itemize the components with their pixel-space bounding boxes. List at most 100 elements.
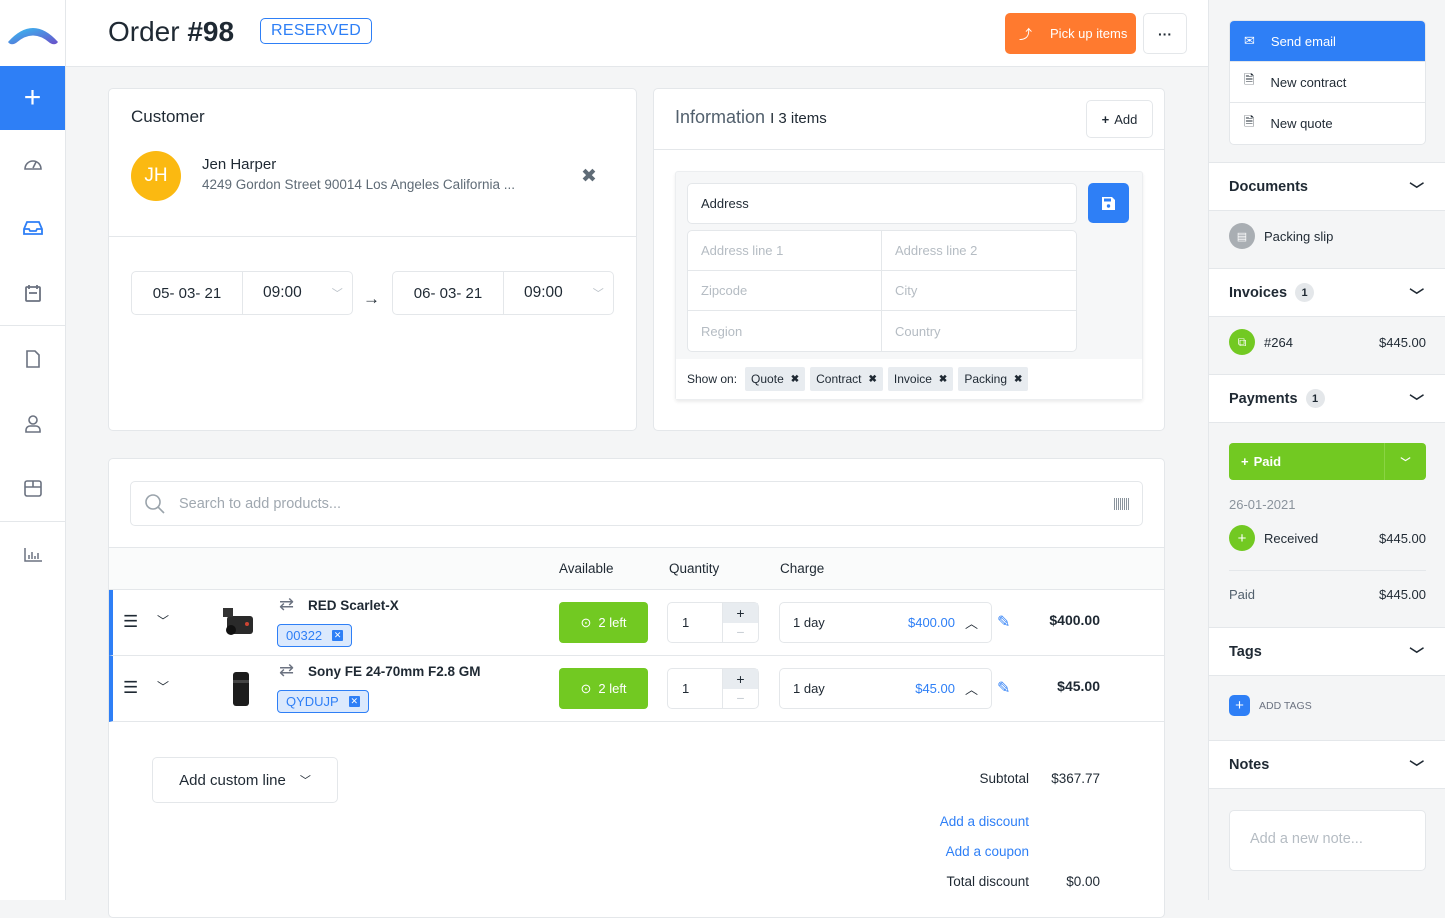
chevron-down-icon[interactable]: ﹀ — [157, 612, 169, 629]
add-coupon-link[interactable]: Add a coupon — [946, 844, 1029, 859]
charge-select[interactable]: 1 day $45.00 ︿ — [779, 668, 992, 709]
new-contract-button[interactable]: 🗎 New contract — [1230, 62, 1425, 103]
swap-icon[interactable]: ⇄ — [279, 594, 294, 615]
product-name[interactable]: Sony FE 24-70mm F2.8 GM — [308, 664, 481, 679]
country-input[interactable]: Country — [882, 311, 1076, 351]
add-tags-button[interactable]: + ADD TAGS — [1229, 695, 1426, 716]
increment-button[interactable]: + — [723, 669, 758, 689]
nav-customers[interactable] — [0, 391, 65, 456]
close-icon[interactable]: ✖ — [1014, 374, 1022, 385]
inbox-icon — [22, 220, 43, 235]
column-quantity: Quantity — [669, 561, 720, 576]
pick-up-items-button[interactable]: ⤴ Pick up items — [1005, 13, 1136, 54]
close-icon[interactable]: ✖ — [791, 374, 799, 385]
nav-calendar[interactable] — [0, 260, 65, 325]
payments-header[interactable]: Payments 1 ﹀ — [1209, 374, 1445, 423]
region-input[interactable]: Region — [688, 311, 882, 351]
drag-handle-icon[interactable]: ☰ — [123, 612, 138, 632]
address-line2-input[interactable]: Address line 2 — [882, 231, 1076, 271]
documents-header[interactable]: Documents ﹀ — [1209, 162, 1445, 211]
quantity-input[interactable]: 1 — [668, 603, 722, 642]
remove-code-icon[interactable]: ✕ — [332, 630, 344, 641]
table-row: ☰ ﹀ ⇄ RED Scarlet-X 00322 ✕ ⊙ 2 left 1 + − … — [109, 590, 1164, 656]
chevron-down-icon[interactable]: ﹀ — [157, 678, 169, 695]
invoice-item[interactable]: ⧉ #264 $445.00 — [1229, 329, 1426, 355]
new-quote-button[interactable]: 🗎 New quote — [1230, 103, 1425, 144]
decrement-button[interactable]: − — [723, 689, 758, 709]
show-on-row: Show on: Quote ✖ Contract ✖ Invoice ✖ Packi… — [676, 359, 1142, 399]
customer-title: Customer — [131, 107, 205, 126]
document-icon — [25, 349, 40, 368]
remove-code-icon[interactable]: ✕ — [348, 696, 360, 707]
add-custom-line-button[interactable]: Add custom line ﹀ — [152, 757, 338, 803]
nav-reports[interactable] — [0, 522, 65, 587]
drag-handle-icon[interactable]: ☰ — [123, 678, 138, 698]
nav-orders[interactable] — [0, 195, 65, 260]
barcode-icon[interactable] — [1114, 498, 1130, 510]
chip-quote[interactable]: Quote ✖ — [745, 367, 806, 391]
products-table-header: Available Quantity Charge — [109, 547, 1164, 590]
invoices-header[interactable]: Invoices 1 ﹀ — [1209, 268, 1445, 317]
customer-name[interactable]: Jen Harper — [202, 156, 276, 173]
notes-header[interactable]: Notes ﹀ — [1209, 740, 1445, 789]
document-icon: 🗎 — [1244, 113, 1255, 129]
document-item[interactable]: ▤ Packing slip — [1229, 223, 1426, 249]
tags-header[interactable]: Tags ﹀ — [1209, 627, 1445, 676]
start-time-select[interactable]: 09:00 ﹀ — [243, 272, 352, 314]
charge-select[interactable]: 1 day $400.00 ︿ — [779, 602, 992, 643]
avatar: JH — [131, 151, 181, 201]
nav-dashboard[interactable] — [0, 130, 65, 195]
zipcode-input[interactable]: Zipcode — [688, 271, 882, 311]
edit-icon[interactable]: ✎ — [997, 612, 1010, 632]
nav-documents[interactable] — [0, 326, 65, 391]
line-total: $400.00 — [1049, 612, 1100, 628]
note-textarea[interactable]: Add a new note... — [1229, 810, 1426, 871]
start-date-input[interactable]: 05- 03- 21 — [132, 272, 243, 314]
app-logo[interactable] — [0, 0, 65, 66]
target-icon: ⊙ — [580, 614, 592, 630]
status-badge: RESERVED — [260, 18, 373, 44]
page-title: Order #98 — [108, 16, 235, 47]
add-payment-button[interactable]: + Paid — [1229, 443, 1385, 480]
address-label-input[interactable]: Address — [687, 183, 1077, 224]
chevron-down-icon: ﹀ — [1409, 183, 1425, 199]
send-email-button[interactable]: ✉ Send email — [1230, 21, 1425, 62]
edit-icon[interactable]: ✎ — [997, 678, 1010, 698]
remove-customer-icon[interactable]: ✖ — [581, 165, 597, 188]
box-icon — [23, 480, 42, 497]
add-information-button[interactable]: + Add — [1086, 100, 1153, 138]
city-input[interactable]: City — [882, 271, 1076, 311]
product-name[interactable]: RED Scarlet-X — [308, 598, 399, 613]
chip-packing[interactable]: Packing ✖ — [958, 367, 1029, 391]
chip-invoice[interactable]: Invoice ✖ — [887, 367, 954, 391]
quantity-input[interactable]: 1 — [668, 669, 722, 708]
close-icon[interactable]: ✖ — [869, 374, 877, 385]
product-search-input[interactable]: Search to add products... — [130, 481, 1143, 526]
availability-badge: ⊙ 2 left — [559, 602, 648, 643]
subtotal-value: $367.77 — [1051, 771, 1100, 786]
right-panel: ✉ Send email 🗎 New contract 🗎 New quote Doc… — [1208, 0, 1445, 900]
subtotal-label: Subtotal — [979, 771, 1029, 786]
swap-icon[interactable]: ⇄ — [279, 660, 294, 681]
decrement-button[interactable]: − — [723, 623, 758, 643]
add-discount-link[interactable]: Add a discount — [940, 814, 1029, 829]
new-button[interactable]: + — [0, 66, 65, 130]
address-fields: Address line 1 Address line 2 Zipcode Ci… — [687, 230, 1077, 352]
save-button[interactable] — [1088, 183, 1129, 223]
payment-options-dropdown[interactable]: ﹀ — [1385, 443, 1426, 480]
save-icon — [1102, 196, 1115, 210]
nav-inventory[interactable] — [0, 456, 65, 521]
total-discount-label: Total discount — [946, 874, 1029, 889]
address-line1-input[interactable]: Address line 1 — [688, 231, 882, 271]
target-icon: ⊙ — [580, 680, 592, 696]
column-available: Available — [559, 561, 614, 576]
arrow-right-icon: → — [363, 289, 380, 308]
more-options-button[interactable]: ··· — [1143, 13, 1187, 54]
chip-contract[interactable]: Contract ✖ — [810, 367, 883, 391]
information-card: Information I 3 items + Add Address Addre… — [653, 88, 1165, 431]
close-icon[interactable]: ✖ — [939, 374, 947, 385]
increment-button[interactable]: + — [723, 603, 758, 623]
end-date-input[interactable]: 06- 03- 21 — [393, 272, 504, 314]
plus-icon: + — [23, 81, 42, 114]
end-time-select[interactable]: 09:00 ﹀ — [504, 272, 613, 314]
